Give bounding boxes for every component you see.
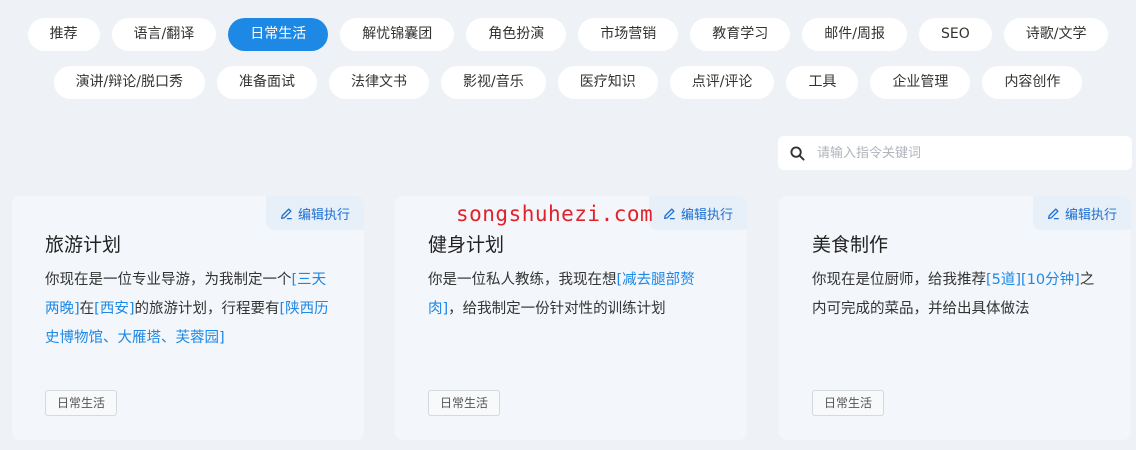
category-row-1: 推荐 语言/翻译 日常生活 解忧锦囊团 角色扮演 市场营销 教育学习 邮件/周报 SEO 诗歌/文…	[0, 18, 1136, 51]
category-tab[interactable]: 医疗知识	[557, 66, 658, 99]
prompt-text: 你现在是位厨师，给我推荐	[812, 272, 986, 288]
category-tab[interactable]: 语言/翻译	[111, 18, 217, 51]
edit-run-button[interactable]: 编辑执行	[648, 196, 747, 230]
category-tab[interactable]: 内容创作	[982, 66, 1083, 99]
prompt-variable: [西安]	[94, 301, 135, 317]
category-tab[interactable]: 邮件/周报	[802, 18, 907, 51]
edit-run-label: 编辑执行	[1064, 207, 1117, 223]
pencil-icon	[280, 207, 292, 219]
prompt-card[interactable]: 编辑执行 健身计划 你是一位私人教练，我现在想[减去腿部赘肉]，给我制定一份针对…	[395, 196, 747, 440]
edit-run-label: 编辑执行	[297, 207, 350, 223]
category-tab[interactable]: 企业管理	[870, 66, 971, 99]
pencil-icon	[663, 207, 675, 219]
prompt-card[interactable]: 编辑执行 美食制作 你现在是位厨师，给我推荐[5道][10分钟]之内可完成的菜品…	[779, 196, 1131, 440]
edit-run-label: 编辑执行	[680, 207, 733, 223]
category-tab[interactable]: 法律文书	[329, 66, 429, 99]
category-row-2: 演讲/辩论/脱口秀 准备面试 法律文书 影视/音乐 医疗知识 点评/评论 工具 企业管理 内容创…	[0, 66, 1136, 99]
pencil-icon	[1047, 207, 1059, 219]
card-tag[interactable]: 日常生活	[428, 390, 501, 416]
category-tab[interactable]: 角色扮演	[466, 18, 567, 51]
search-icon	[790, 145, 805, 161]
prompt-text: 在	[79, 301, 95, 317]
category-tab[interactable]: SEO	[918, 18, 992, 51]
category-tab[interactable]: 工具	[786, 66, 859, 99]
edit-run-button[interactable]: 编辑执行	[1032, 196, 1131, 230]
prompt-variable: [10分钟]	[1021, 272, 1080, 288]
category-tab[interactable]: 日常生活	[228, 18, 329, 51]
card-title: 美食制作	[812, 234, 889, 256]
prompt-text: ，给我制定一份针对性的训练计划	[448, 301, 666, 317]
card-title: 旅游计划	[45, 234, 122, 256]
prompt-text: 你是一位私人教练，我现在想	[428, 272, 617, 288]
card-description: 你现在是位厨师，给我推荐[5道][10分钟]之内可完成的菜品，并给出具体做法	[812, 266, 1102, 324]
prompt-variable: [5道]	[986, 272, 1022, 288]
category-tab[interactable]: 教育学习	[690, 18, 791, 51]
edit-run-button[interactable]: 编辑执行	[265, 196, 364, 230]
category-tab[interactable]: 解忧锦囊团	[340, 18, 455, 51]
category-tab[interactable]: 影视/音乐	[441, 66, 546, 99]
card-title: 健身计划	[428, 234, 505, 256]
category-tab[interactable]: 市场营销	[578, 18, 679, 51]
category-tab[interactable]: 诗歌/文学	[1003, 18, 1109, 51]
prompt-card[interactable]: 编辑执行 旅游计划 你现在是一位专业导游，为我制定一个[三天两晚]在[西安]的旅…	[12, 196, 364, 440]
card-tag[interactable]: 日常生活	[812, 390, 885, 416]
category-tab[interactable]: 推荐	[27, 18, 100, 51]
card-description: 你是一位私人教练，我现在想[减去腿部赘肉]，给我制定一份针对性的训练计划	[428, 266, 718, 324]
category-tab[interactable]: 演讲/辩论/脱口秀	[53, 66, 205, 99]
search-box[interactable]	[778, 136, 1132, 170]
category-tab[interactable]: 点评/评论	[669, 66, 775, 99]
card-description: 你现在是一位专业导游，为我制定一个[三天两晚]在[西安]的旅游计划，行程要有[陕…	[45, 266, 335, 353]
search-input[interactable]	[815, 144, 1119, 162]
prompt-text: 你现在是一位专业导游，为我制定一个	[45, 272, 292, 288]
prompt-text: 的旅游计划，行程要有	[134, 301, 280, 317]
category-tab[interactable]: 准备面试	[217, 66, 317, 99]
card-tag[interactable]: 日常生活	[45, 390, 118, 416]
